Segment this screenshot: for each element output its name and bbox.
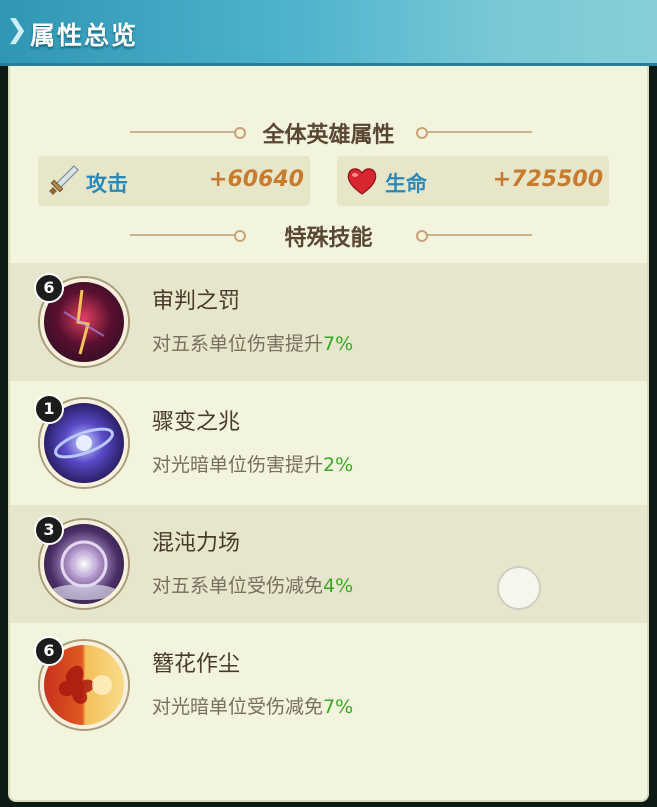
skill-description: 对光暗单位伤害提升2% — [152, 450, 353, 477]
skill-row[interactable]: 6 审判之罚 对五系单位伤害提升7% — [10, 263, 647, 381]
sword-icon — [49, 165, 79, 195]
title-ornament-right — [416, 127, 532, 139]
skill-description-text: 对五系单位伤害提升 — [152, 333, 324, 355]
skill-percent: 2% — [323, 454, 354, 476]
skill-description-text: 对光暗单位受伤减免 — [152, 696, 324, 718]
skill-row[interactable]: 1 骤变之兆 对光暗单位伤害提升2% — [10, 384, 647, 502]
attribute-overview-window: ❯ 属性总览 全体英雄属性 攻击 +60640 生命 +725500 特殊技能 … — [0, 0, 657, 807]
skill-name: 簪花作尘 — [152, 652, 241, 677]
skill-name: 骤变之兆 — [152, 410, 241, 435]
window-title: 属性总览 — [30, 21, 139, 50]
skill-percent: 7% — [323, 696, 354, 718]
skill-percent: 4% — [323, 575, 354, 597]
skill-description: 对光暗单位受伤减免7% — [152, 692, 353, 719]
hp-label: 生命 — [385, 172, 427, 196]
attack-label: 攻击 — [86, 172, 128, 196]
chevron-right-icon: ❯ — [6, 15, 28, 45]
skill-name: 审判之罚 — [152, 289, 241, 314]
skill-level-badge: 6 — [34, 636, 64, 666]
skill-level-badge: 3 — [34, 515, 64, 545]
title-ornament-right — [416, 230, 532, 242]
special-skills-title: 特殊技能 — [284, 226, 373, 251]
skill-level-badge: 1 — [34, 394, 64, 424]
skill-description: 对五系单位受伤减免4% — [152, 571, 353, 598]
skill-description-text: 对光暗单位伤害提升 — [152, 454, 324, 476]
floating-assist-button[interactable] — [497, 566, 541, 610]
attack-value: +60640 — [209, 167, 304, 192]
skill-row[interactable]: 6 簪花作尘 对光暗单位受伤减免7% — [10, 626, 647, 744]
skill-row[interactable]: 3 混沌力场 对五系单位受伤减免4% — [10, 505, 647, 623]
window-header: ❯ 属性总览 — [0, 0, 657, 66]
hp-stat: 生命 +725500 — [337, 156, 609, 206]
heart-icon — [347, 168, 377, 195]
skill-percent: 7% — [323, 333, 354, 355]
attack-stat: 攻击 +60640 — [38, 156, 310, 206]
hero-attributes-title: 全体英雄属性 — [262, 123, 395, 148]
skill-description-text: 对五系单位受伤减免 — [152, 575, 324, 597]
skill-description: 对五系单位伤害提升7% — [152, 329, 353, 356]
skill-level-badge: 6 — [34, 273, 64, 303]
hp-value: +725500 — [492, 167, 603, 192]
skill-name: 混沌力场 — [152, 531, 241, 556]
